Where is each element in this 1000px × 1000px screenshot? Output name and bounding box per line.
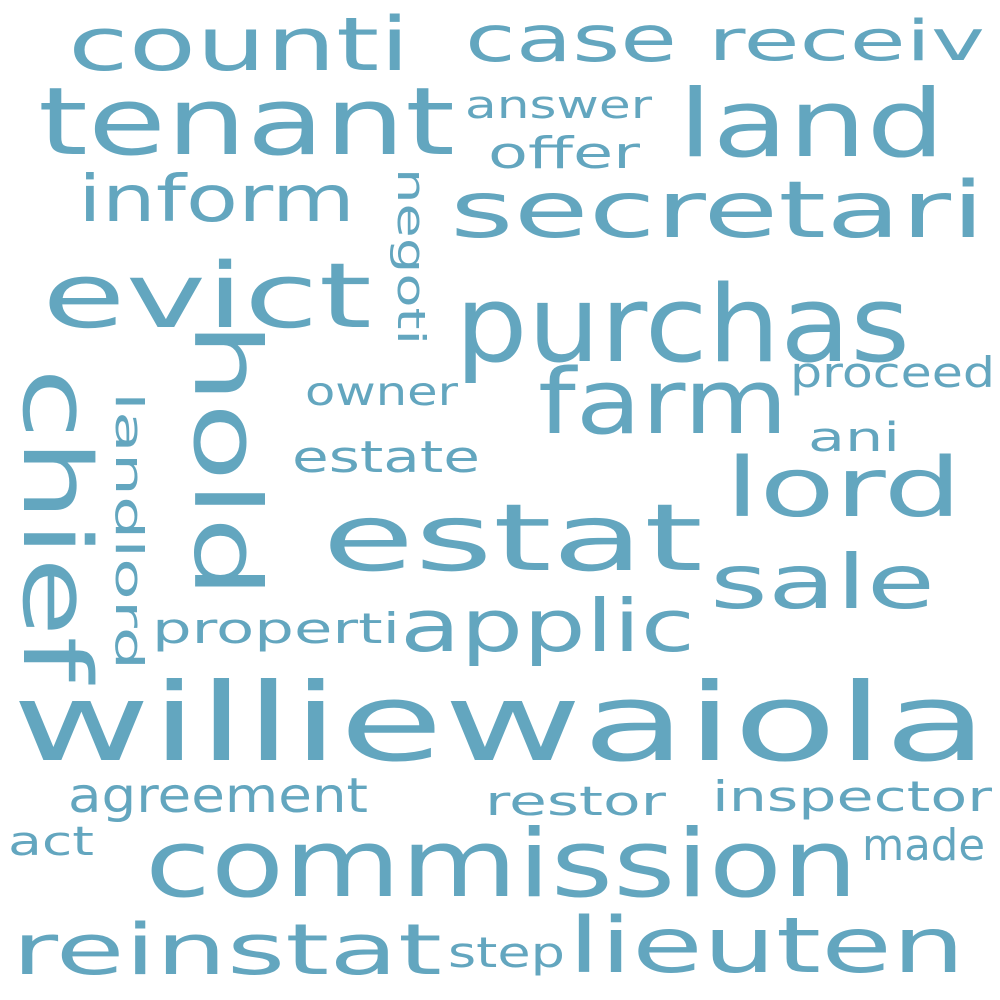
word-negoti: negoti bbox=[389, 168, 433, 346]
word-land: land bbox=[678, 70, 946, 179]
word-inform: inform bbox=[78, 163, 355, 237]
word-commission: commission bbox=[145, 810, 858, 919]
word-estate: estate bbox=[292, 432, 481, 483]
word-answer: answer bbox=[465, 83, 653, 127]
word-sale: sale bbox=[710, 538, 935, 626]
word-landlord: landlord bbox=[107, 392, 151, 671]
word-tenant: tenant bbox=[38, 68, 455, 177]
word-step: step bbox=[448, 928, 565, 977]
word-reinstat: reinstat bbox=[12, 909, 442, 991]
word-chief: chief bbox=[1, 368, 110, 682]
word-owner: owner bbox=[305, 370, 458, 415]
word-estat: estat bbox=[322, 484, 704, 592]
word-secretari: secretari bbox=[450, 166, 986, 256]
word-applic: applic bbox=[400, 584, 696, 668]
word-act: act bbox=[8, 819, 94, 865]
word-lord: lord bbox=[725, 441, 963, 536]
word-case: case bbox=[465, 3, 678, 77]
word-cloud: counti case receiv tenant land answer of… bbox=[0, 0, 1000, 1000]
word-receiv: receiv bbox=[708, 9, 985, 74]
word-lieuten: lieuten bbox=[568, 902, 966, 991]
word-farm: farm bbox=[538, 350, 788, 455]
word-properti: properti bbox=[152, 604, 400, 653]
word-proceed: proceed bbox=[790, 348, 996, 397]
word-hold: hold bbox=[173, 322, 280, 599]
word-williewaiola: williewaiola bbox=[12, 661, 989, 786]
word-made: made bbox=[862, 820, 986, 871]
